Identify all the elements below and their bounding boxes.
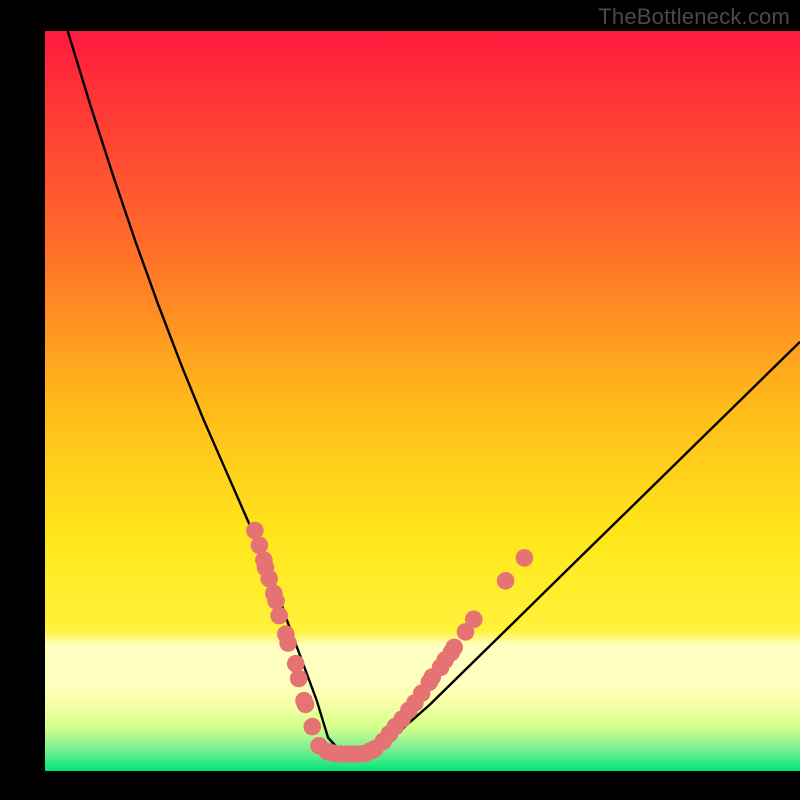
data-dot — [465, 611, 483, 629]
chart-frame: TheBottleneck.com — [0, 0, 800, 800]
data-dot — [287, 655, 305, 673]
data-dot — [445, 639, 463, 657]
data-dot — [516, 549, 534, 567]
data-dot — [304, 718, 322, 736]
watermark-text: TheBottleneck.com — [598, 4, 790, 30]
data-dot — [279, 634, 297, 652]
data-dot — [267, 592, 285, 610]
data-dot — [297, 696, 315, 714]
data-dot — [497, 572, 515, 590]
plot-area — [45, 31, 800, 771]
data-dot — [290, 670, 308, 688]
data-dot — [270, 607, 288, 625]
bottleneck-chart — [0, 0, 800, 800]
